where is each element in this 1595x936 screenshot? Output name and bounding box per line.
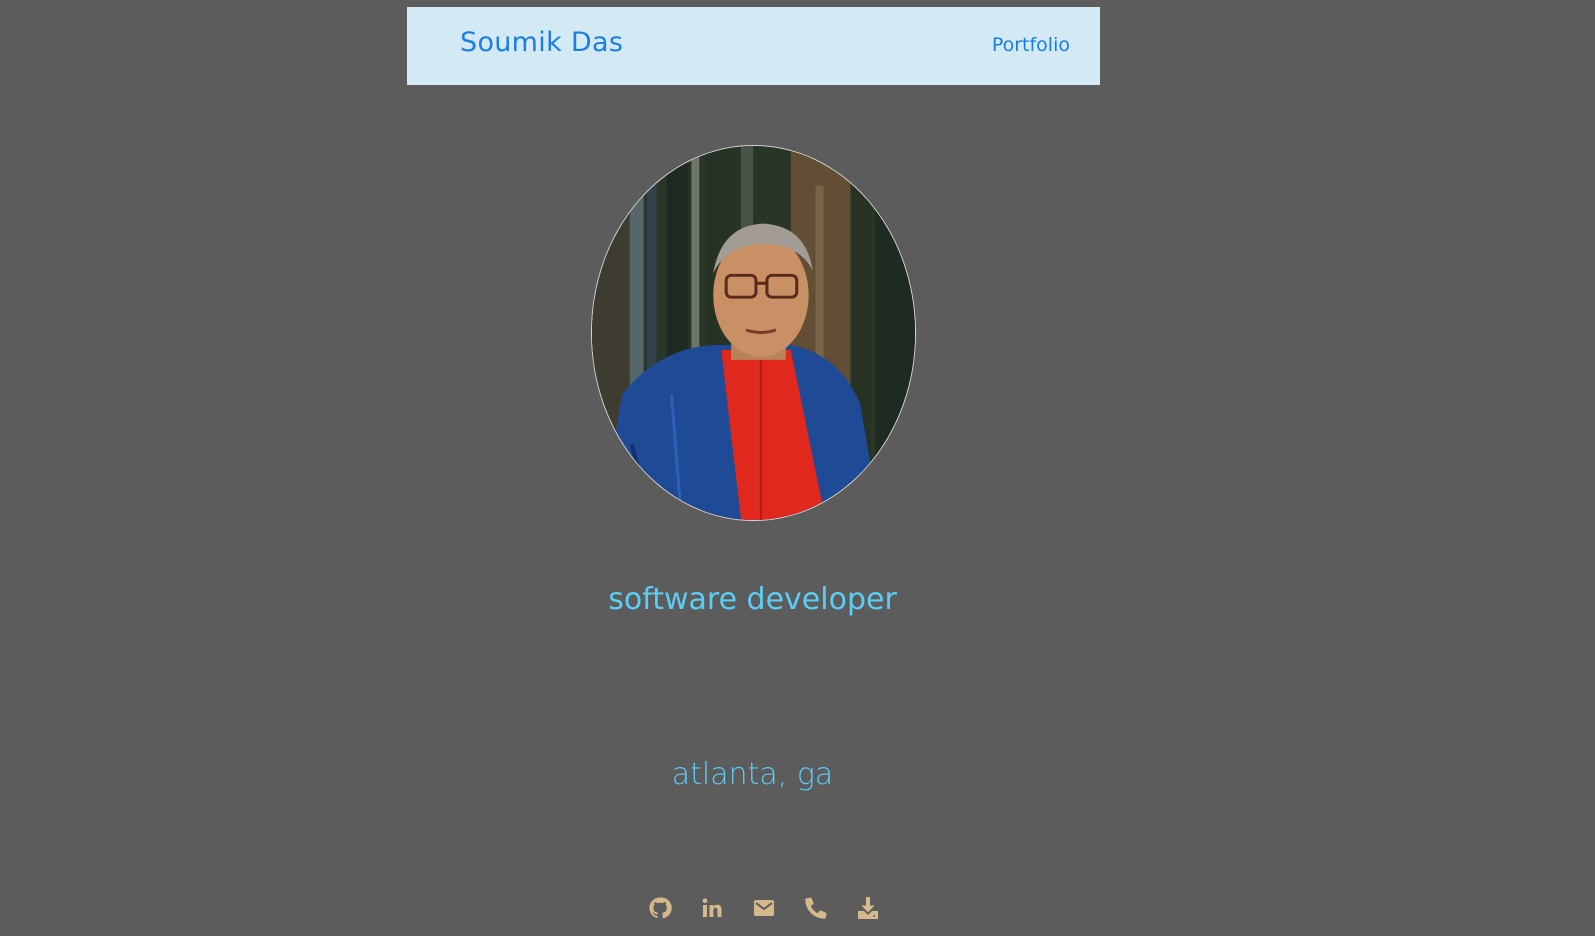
social-links xyxy=(648,894,880,922)
download-icon[interactable] xyxy=(856,896,880,920)
navbar: Soumik Das Portfolio xyxy=(407,7,1100,85)
email-icon[interactable] xyxy=(752,896,776,920)
phone-icon[interactable] xyxy=(804,896,828,920)
github-icon[interactable] xyxy=(648,896,672,920)
profile-photo xyxy=(592,146,915,520)
location-text: atlanta, ga xyxy=(671,757,834,792)
avatar xyxy=(591,145,916,521)
brand-link[interactable]: Soumik Das xyxy=(460,27,623,58)
role-title: software developer xyxy=(608,582,897,617)
portfolio-link[interactable]: Portfolio xyxy=(992,34,1070,56)
linkedin-icon[interactable] xyxy=(700,896,724,920)
